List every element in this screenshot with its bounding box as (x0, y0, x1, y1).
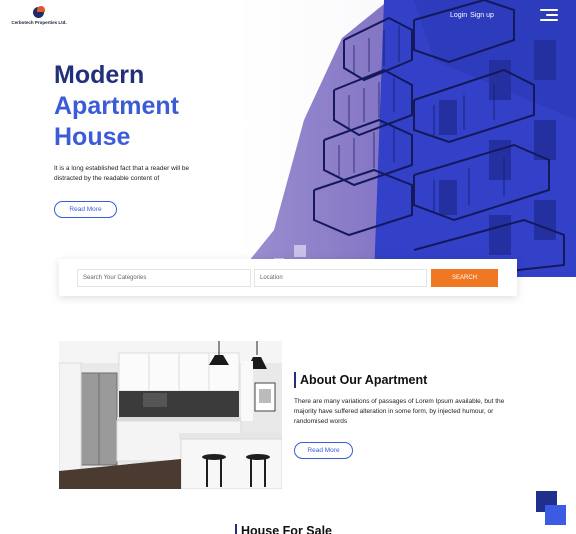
hero-title-line-3: House (54, 123, 131, 151)
hamburger-menu-icon[interactable] (540, 9, 558, 23)
search-button[interactable]: SEARCH (431, 269, 498, 287)
house-for-sale-title: House For Sale (235, 524, 332, 534)
about-title: About Our Apartment (294, 372, 427, 388)
category-search-input[interactable]: Search Your Categories (77, 269, 251, 287)
about-description: There are many variations of passages of… (294, 398, 505, 425)
search-bar: Search Your Categories Location SEARCH (59, 259, 517, 296)
auth-links: Login Sign up (450, 12, 497, 19)
about-read-more-button[interactable]: Read More (294, 442, 353, 459)
logo-icon (32, 6, 46, 18)
decorative-square-light (545, 505, 566, 525)
hero-title: Modern Apartment House (54, 60, 254, 153)
location-input[interactable]: Location (254, 269, 427, 287)
brand-name: Cerbotech Properties Ltd. (11, 20, 67, 25)
hero-building-image (234, 0, 576, 277)
hero-title-line-2: Apartment (54, 92, 180, 120)
signup-link[interactable]: Sign up (470, 12, 494, 19)
login-link[interactable]: Login (450, 12, 467, 19)
brand-logo[interactable]: Cerbotech Properties Ltd. (8, 6, 70, 25)
kitchen-image (59, 341, 282, 489)
hero-title-line-1: Modern (54, 61, 145, 89)
hero-description: It is a long established fact that a rea… (54, 165, 190, 182)
hero-read-more-button[interactable]: Read More (54, 201, 117, 218)
